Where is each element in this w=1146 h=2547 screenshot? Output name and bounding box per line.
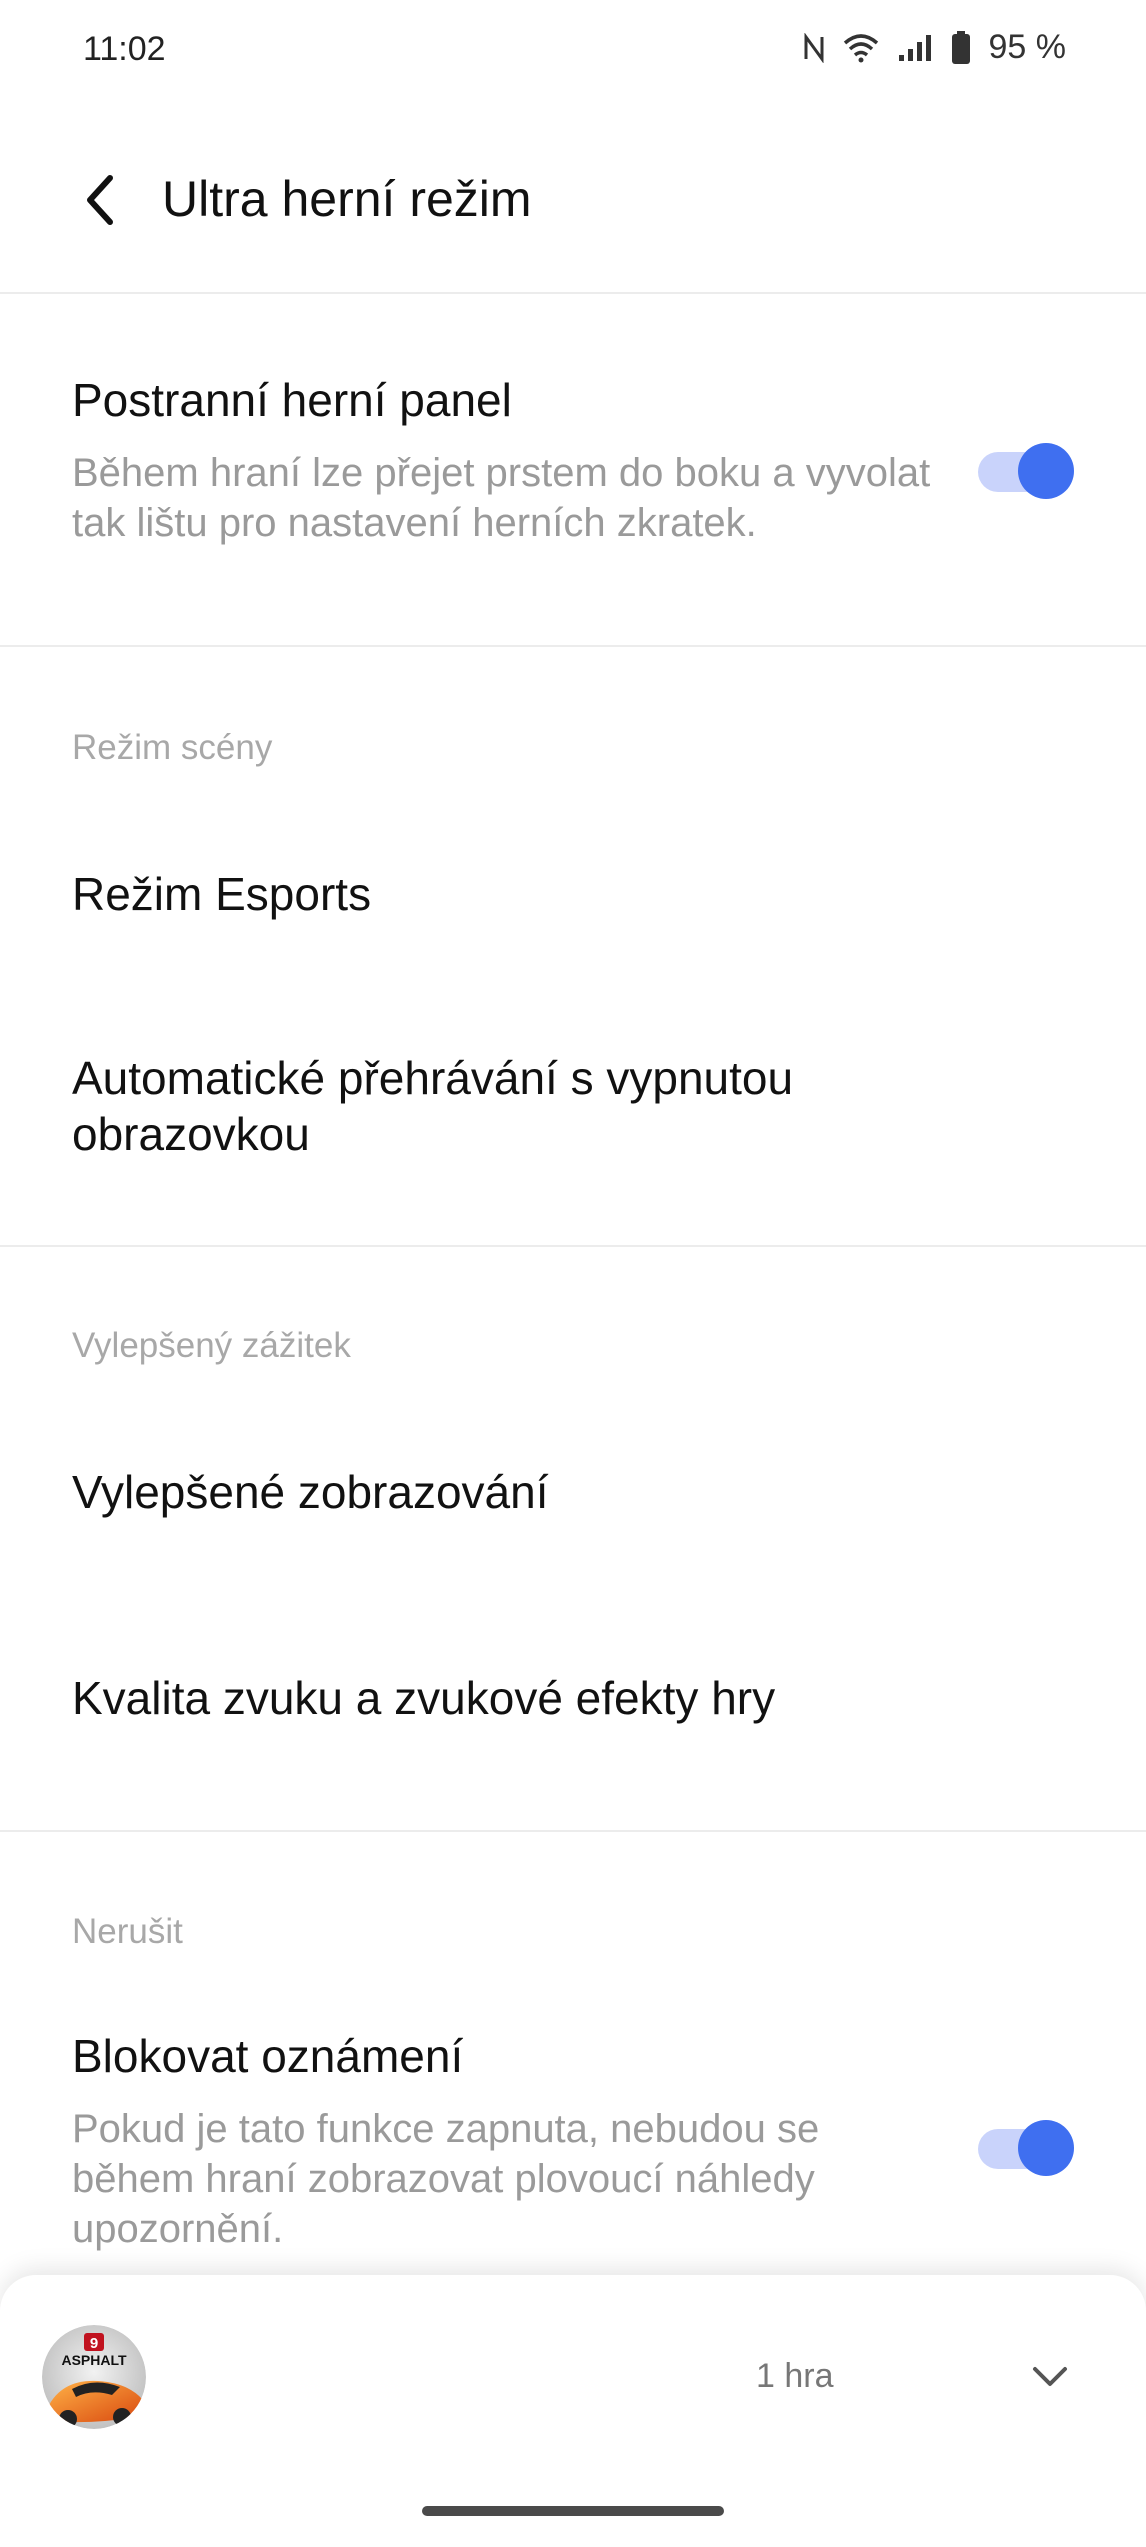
home-indicator[interactable] (422, 2506, 724, 2516)
setting-description: Pokud je tato funkce zapnuta, nebudou se… (72, 2107, 820, 2251)
setting-side-panel[interactable]: Postranní herní panel Během hraní lze př… (72, 372, 1074, 548)
setting-title: Automatické přehrávání s vypnutou obrazo… (72, 1052, 794, 1160)
game-count: 1 hra (756, 2357, 834, 2395)
setting-esports-mode[interactable]: Režim Esports (72, 866, 1074, 922)
side-panel-toggle[interactable] (974, 440, 1074, 500)
app-header: Ultra herní režim (0, 100, 1146, 294)
setting-title: Vylepšené zobrazování (72, 1466, 549, 1518)
game-avatar-asphalt[interactable]: 9 ASPHALT (42, 2325, 146, 2429)
setting-auto-play[interactable]: Automatické přehrávání s vypnutou obrazo… (72, 1050, 892, 1162)
setting-enhanced-display[interactable]: Vylepšené zobrazování (72, 1464, 1074, 1520)
nfc-icon (803, 32, 825, 63)
section-divider (0, 645, 1146, 647)
section-divider (0, 1830, 1146, 1832)
setting-audio-quality[interactable]: Kvalita zvuku a zvukové efekty hry (72, 1670, 1074, 1726)
expand-button[interactable] (1018, 2345, 1082, 2409)
status-time: 11:02 (83, 30, 166, 68)
page-title: Ultra herní režim (162, 171, 532, 227)
setting-title: Postranní herní panel (72, 374, 512, 426)
back-arrow-icon (87, 175, 113, 225)
setting-title: Kvalita zvuku a zvukové efekty hry (72, 1672, 776, 1724)
back-button[interactable] (60, 160, 140, 240)
game-logo-text: ASPHALT (61, 2352, 127, 2368)
setting-block-notifications[interactable]: Blokovat oznámení Pokud je tato funkce z… (72, 2028, 1074, 2254)
section-divider (0, 1245, 1146, 1247)
battery-icon (951, 30, 971, 65)
toggle-knob (1018, 2120, 1074, 2176)
setting-title: Režim Esports (72, 868, 372, 920)
wifi-icon (843, 33, 879, 63)
setting-title: Blokovat oznámení (72, 2030, 464, 2082)
battery-percent: 95 % (988, 28, 1067, 66)
signal-icon (897, 33, 933, 63)
game-logo-number: 9 (90, 2335, 98, 2352)
section-header-enhanced: Vylepšený zážitek (72, 1326, 351, 1365)
status-icons: 95 % (803, 28, 1067, 67)
section-header-scene-mode: Režim scény (72, 728, 273, 767)
chevron-down-icon (1033, 2367, 1067, 2386)
setting-description: Během hraní lze přejet prstem do boku a … (72, 451, 931, 545)
status-bar: 11:02 95 % (0, 0, 1146, 100)
block-notifications-toggle[interactable] (974, 2117, 1074, 2177)
section-header-dnd: Nerušit (72, 1912, 183, 1951)
toggle-knob (1018, 443, 1074, 499)
